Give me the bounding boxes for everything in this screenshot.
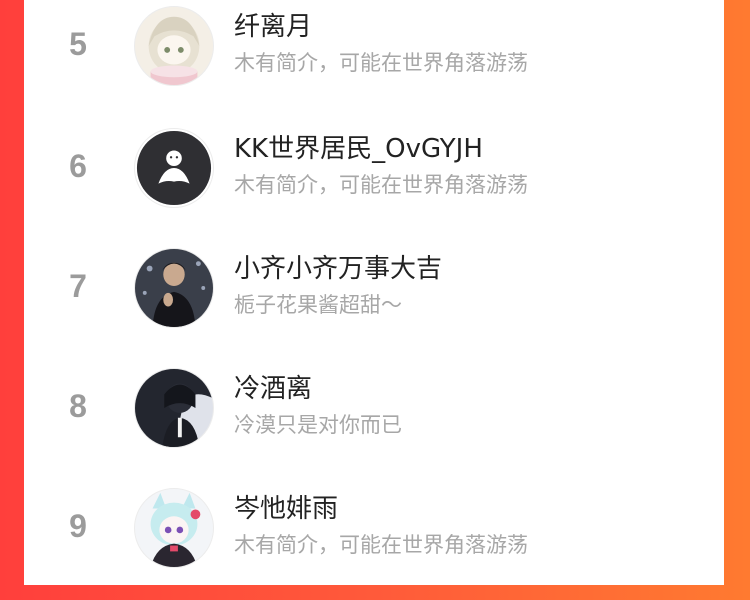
list-item[interactable]: 6 KK世界居民_OvGYJH 木有简介，可能在世界角落游荡 — [24, 120, 724, 240]
avatar[interactable] — [134, 128, 214, 208]
list-item[interactable]: 7 小齐小齐万事大吉 栀子花果酱超甜～ — [24, 240, 724, 360]
list-item[interactable]: 9 岑忚婔雨 木有简介，可能在世界角落游荡 — [24, 480, 724, 600]
rank-number: 8 — [69, 388, 87, 424]
dark-anime-avatar-icon — [135, 369, 213, 447]
man-photo-avatar-icon — [135, 249, 213, 327]
user-bio: 木有简介，可能在世界角落游荡 — [234, 51, 528, 75]
anime-girl-avatar-icon — [135, 7, 213, 85]
user-name: 小齐小齐万事大吉 — [234, 254, 443, 284]
user-bio: 栀子花果酱超甜～ — [234, 293, 402, 317]
rank-number: 7 — [69, 268, 87, 304]
rank-number: 5 — [69, 26, 87, 62]
list-item[interactable]: 5 纤离月 木有简介，可能在世界角落游荡 — [24, 0, 724, 118]
ranking-list: 5 纤离月 木有简介，可能在世界角落游荡 6 KK世界居民_OvGYJH 木有简… — [24, 0, 724, 585]
user-name: KK世界居民_OvGYJH — [234, 134, 483, 164]
avatar[interactable] — [134, 6, 214, 86]
default-ghost-avatar-icon — [135, 129, 213, 207]
user-name: 冷酒离 — [234, 374, 313, 404]
user-bio: 木有简介，可能在世界角落游荡 — [234, 173, 528, 197]
avatar[interactable] — [134, 248, 214, 328]
cat-ear-girl-avatar-icon — [135, 489, 213, 567]
user-name: 纤离月 — [234, 12, 313, 42]
rank-number: 9 — [69, 508, 87, 544]
list-item[interactable]: 8 冷酒离 冷漠只是对你而已 — [24, 360, 724, 480]
rank-number: 6 — [69, 148, 87, 184]
user-bio: 木有简介，可能在世界角落游荡 — [234, 533, 528, 557]
avatar[interactable] — [134, 368, 214, 448]
user-bio: 冷漠只是对你而已 — [234, 413, 402, 437]
user-name: 岑忚婔雨 — [234, 494, 339, 524]
avatar[interactable] — [134, 488, 214, 568]
